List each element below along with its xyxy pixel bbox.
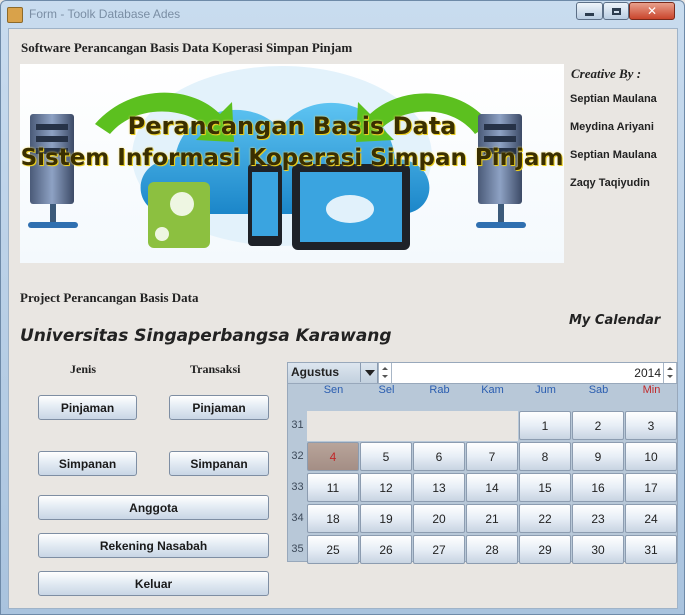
- calendar-day[interactable]: 22: [519, 504, 571, 533]
- calendar-day[interactable]: 16: [572, 473, 624, 502]
- keluar-button[interactable]: Keluar: [38, 571, 269, 596]
- maximize-icon: [611, 7, 621, 15]
- simpanan-jenis-button[interactable]: Simpanan: [38, 451, 137, 476]
- calendar-day[interactable]: 24: [625, 504, 677, 533]
- week-number: 35: [291, 543, 304, 555]
- calendar-label: My Calendar: [569, 313, 661, 328]
- column-label-transaksi: Transaksi: [190, 362, 241, 376]
- week-number: 32: [291, 450, 304, 462]
- weekday-header: Min: [642, 384, 661, 396]
- calendar-day[interactable]: 1: [519, 411, 571, 440]
- calendar-day[interactable]: 2: [572, 411, 624, 440]
- close-button[interactable]: ✕: [629, 2, 675, 20]
- calendar-day[interactable]: 26: [360, 535, 412, 564]
- year-spinner[interactable]: [663, 363, 677, 383]
- credit-name-4: Zaqy Taqiyudin: [570, 177, 650, 189]
- calendar-day[interactable]: 27: [413, 535, 465, 564]
- maximize-button[interactable]: [603, 2, 629, 20]
- simpanan-transaksi-button[interactable]: Simpanan: [169, 451, 269, 476]
- calendar-day[interactable]: 5: [360, 442, 412, 471]
- calendar-day[interactable]: 19: [360, 504, 412, 533]
- spin-down-icon[interactable]: [382, 375, 388, 378]
- calendar-day[interactable]: 14: [466, 473, 518, 502]
- calendar-day[interactable]: 28: [466, 535, 518, 564]
- rekening-nasabah-button[interactable]: Rekening Nasabah: [38, 533, 269, 558]
- month-dropdown-arrow[interactable]: [360, 363, 378, 382]
- pinjaman-jenis-button[interactable]: Pinjaman: [38, 395, 137, 420]
- calendar-day[interactable]: 13: [413, 473, 465, 502]
- calendar-header: Agustus 2014: [288, 363, 677, 384]
- month-spinner[interactable]: [378, 363, 392, 383]
- credit-name-2: Meydina Ariyani: [570, 121, 654, 133]
- app-window: Form - Toolk Database Ades ✕ Software Pe…: [0, 0, 685, 615]
- calendar-day[interactable]: 9: [572, 442, 624, 471]
- weekday-header: Sel: [378, 384, 395, 396]
- calendar-widget: Agustus 2014 Sen Sel Rab Kam Jum Sab Min 31 32 33…: [287, 362, 678, 564]
- calendar-day[interactable]: 23: [572, 504, 624, 533]
- window-title: Form - Toolk Database Ades: [29, 7, 181, 21]
- calendar-day[interactable]: 3: [625, 411, 677, 440]
- week-number: 31: [291, 419, 304, 431]
- pinjaman-transaksi-button[interactable]: Pinjaman: [169, 395, 269, 420]
- weekday-header: Kam: [481, 384, 504, 396]
- year-value[interactable]: 2014: [634, 366, 661, 380]
- credit-name-3: Septian Maulana: [570, 149, 657, 161]
- week-number: 33: [291, 481, 304, 493]
- calendar-day[interactable]: 31: [625, 535, 677, 564]
- calendar-day[interactable]: 18: [307, 504, 359, 533]
- spin-down-icon[interactable]: [667, 375, 673, 378]
- title-bar[interactable]: Form - Toolk Database Ades ✕: [1, 1, 684, 27]
- calendar-day[interactable]: 12: [360, 473, 412, 502]
- credits-heading: Creative By :: [571, 66, 642, 81]
- chevron-down-icon: [364, 369, 375, 376]
- calendar-day[interactable]: 8: [519, 442, 571, 471]
- minimize-icon: [585, 12, 594, 16]
- java-app-icon: [7, 7, 23, 23]
- weekday-header: Rab: [429, 384, 450, 396]
- university-name: Universitas Singaperbangsa Karawang: [20, 326, 392, 346]
- calendar-empty-cells: [307, 411, 518, 441]
- calendar-day[interactable]: 25: [307, 535, 359, 564]
- main-panel: Software Perancangan Basis Data Koperasi…: [8, 28, 678, 609]
- spin-up-icon[interactable]: [382, 367, 388, 370]
- month-select[interactable]: Agustus: [288, 363, 378, 383]
- calendar-day[interactable]: 29: [519, 535, 571, 564]
- calendar-day[interactable]: 17: [625, 473, 677, 502]
- app-title: Software Perancangan Basis Data Koperasi…: [21, 40, 353, 55]
- week-number: 34: [291, 512, 304, 524]
- minimize-button[interactable]: [576, 2, 603, 20]
- calendar-day[interactable]: 7: [466, 442, 518, 471]
- spin-up-icon[interactable]: [667, 367, 673, 370]
- weekday-header: Sab: [588, 384, 609, 396]
- anggota-button[interactable]: Anggota: [38, 495, 269, 520]
- column-label-jenis: Jenis: [70, 362, 97, 376]
- calendar-day[interactable]: 6: [413, 442, 465, 471]
- banner-line-1: Perancangan Basis Data: [127, 112, 457, 140]
- close-icon: ✕: [646, 4, 658, 18]
- calendar-day[interactable]: 20: [413, 504, 465, 533]
- calendar-day[interactable]: 30: [572, 535, 624, 564]
- calendar-day[interactable]: 11: [307, 473, 359, 502]
- calendar-day[interactable]: 10: [625, 442, 677, 471]
- weekday-header: Jum: [535, 384, 556, 396]
- calendar-day[interactable]: 21: [466, 504, 518, 533]
- calendar-day[interactable]: 15: [519, 473, 571, 502]
- banner-image: Perancangan Basis Data Sistem Informasi …: [20, 64, 564, 263]
- month-value: Agustus: [291, 365, 339, 379]
- calendar-day[interactable]: 4: [307, 442, 359, 471]
- credit-name-1: Septian Maulana: [570, 93, 657, 105]
- weekday-header: Sen: [323, 384, 344, 396]
- banner-line-2: Sistem Informasi Koperasi Simpan Pinjam: [20, 145, 564, 171]
- project-label: Project Perancangan Basis Data: [20, 290, 199, 305]
